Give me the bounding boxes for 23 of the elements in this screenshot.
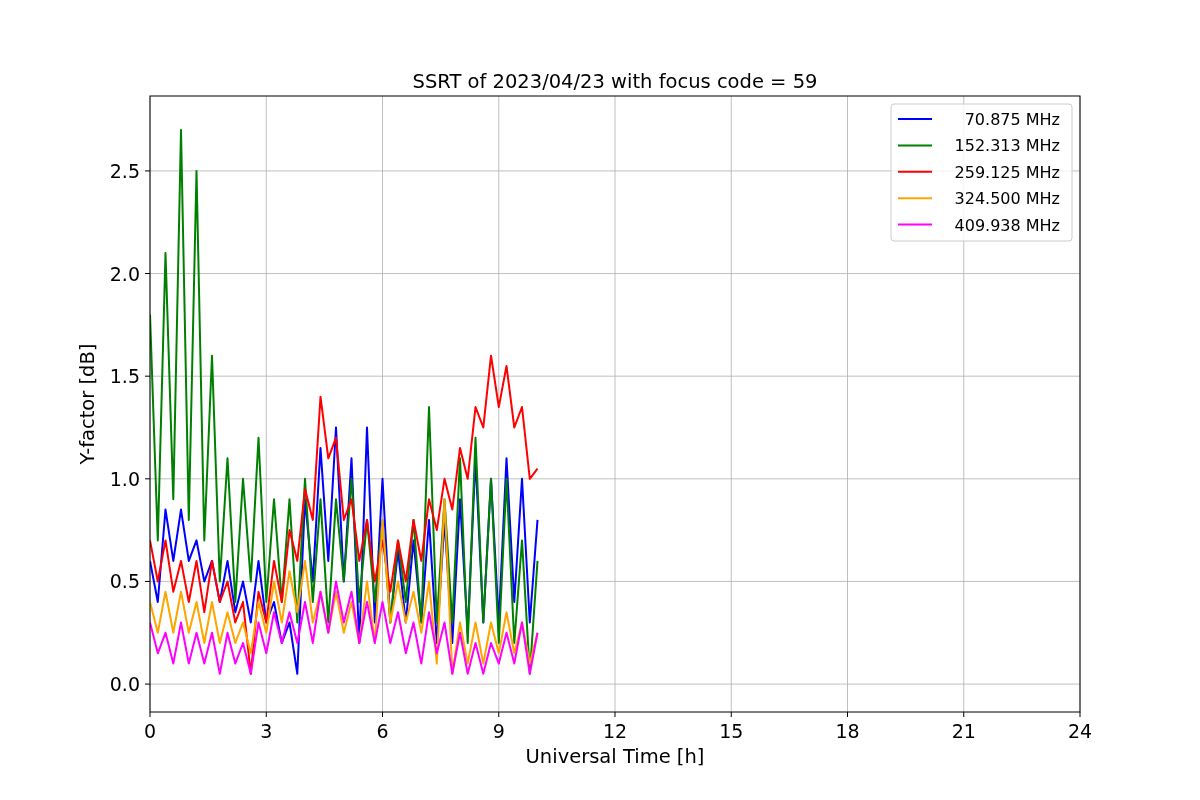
x-tick-label: 6 bbox=[376, 720, 389, 742]
chart-title: SSRT of 2023/04/23 with focus code = 59 bbox=[412, 70, 818, 93]
x-tick-label: 12 bbox=[602, 720, 628, 742]
x-tick-label: 21 bbox=[951, 720, 976, 742]
y-tick-label: 2.5 bbox=[109, 159, 140, 182]
legend-label: 70.875 MHz bbox=[964, 110, 1060, 129]
x-axis-label: Universal Time [h] bbox=[525, 745, 705, 768]
legend-label: 409.938 MHz bbox=[954, 215, 1060, 235]
x-tick-label: 24 bbox=[1067, 720, 1093, 742]
x-tick-label: 9 bbox=[492, 720, 505, 742]
y-tick-label: 1.5 bbox=[109, 365, 140, 388]
legend-label: 152.313 MHz bbox=[954, 136, 1060, 156]
x-tick-label: 0 bbox=[143, 720, 157, 742]
x-tick-label: 3 bbox=[260, 720, 273, 742]
x-tick-label: 18 bbox=[835, 720, 860, 742]
y-tick-label: 2.0 bbox=[109, 262, 140, 285]
x-tick-label: 15 bbox=[719, 720, 744, 742]
y-tick-label: 0.5 bbox=[109, 570, 140, 593]
y-axis-label: Y-factor [dB] bbox=[76, 343, 99, 465]
legend-label: 324.500 MHz bbox=[954, 189, 1060, 209]
legend-label: 259.125 MHz bbox=[954, 162, 1060, 182]
y-tick-label: 1.0 bbox=[109, 467, 140, 490]
y-tick-label: 0.0 bbox=[109, 673, 140, 696]
